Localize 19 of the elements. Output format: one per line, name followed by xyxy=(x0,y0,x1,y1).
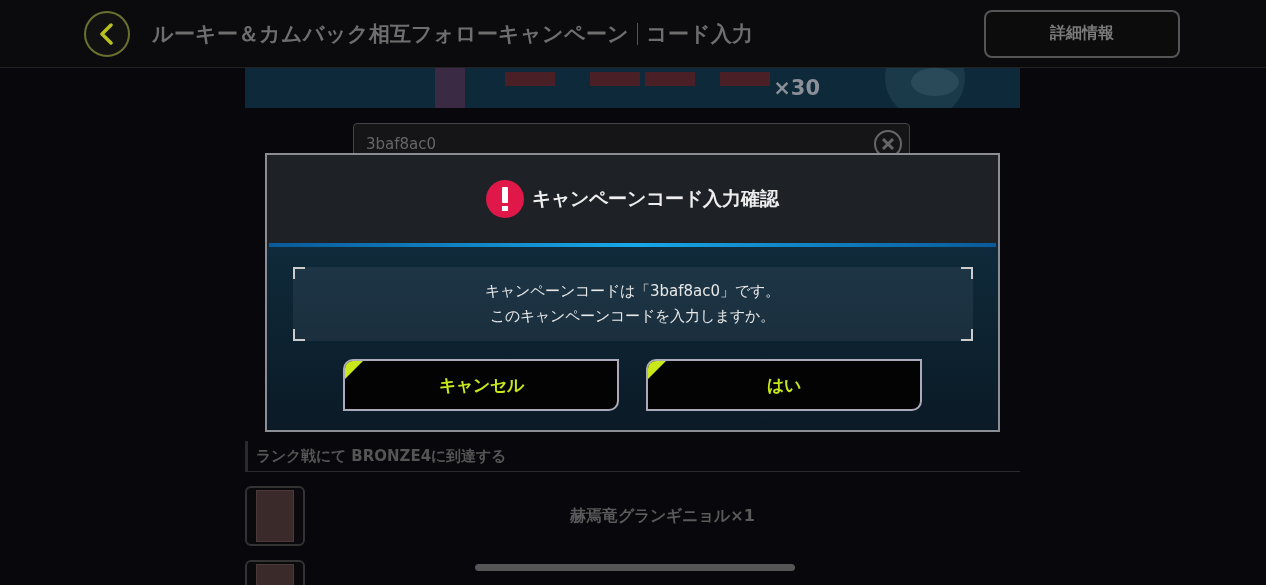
card-thumbnail[interactable] xyxy=(245,486,305,546)
warning-icon xyxy=(486,180,524,218)
cancel-button[interactable]: キャンセル xyxy=(343,359,619,411)
page-subtitle: コード入力 xyxy=(646,20,753,48)
corner-bracket xyxy=(960,267,973,279)
corner-bracket xyxy=(292,267,305,279)
dialog-message: キャンペーンコードは「3baf8ac0」です。 xyxy=(484,281,781,302)
mission-title: ランク戦にて BRONZE4に到達する xyxy=(256,446,507,466)
detail-button[interactable]: 詳細情報 xyxy=(984,9,1180,58)
reward-label: 赫焉竜グランギニョル×1 xyxy=(569,505,756,527)
corner-bracket xyxy=(292,329,305,341)
dialog-message: このキャンペーンコードを入力しますか。 xyxy=(490,306,775,327)
back-button[interactable] xyxy=(84,10,130,57)
corner-bracket xyxy=(960,329,973,341)
dialog-title: キャンペーンコード入力確認 xyxy=(532,186,779,211)
reward-count: ×30 xyxy=(773,76,820,100)
chevron-left-icon xyxy=(98,22,116,45)
page-title: ルーキー＆カムバック相互フォローキャンペーン xyxy=(152,20,629,48)
confirm-button[interactable]: はい xyxy=(646,359,922,411)
